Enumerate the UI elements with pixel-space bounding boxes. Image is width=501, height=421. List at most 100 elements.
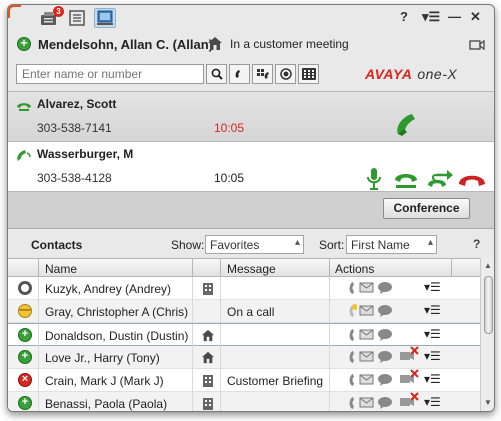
contact-row[interactable]: Kuzyk, Andrey (Andrey) ▾☰ xyxy=(8,277,480,300)
call-handset-icon[interactable] xyxy=(347,350,355,364)
email-icon[interactable] xyxy=(359,304,374,316)
hold-call-icon[interactable] xyxy=(393,169,419,191)
spinner-arrows-icon: ▴ xyxy=(294,237,300,248)
phone-handset-icon xyxy=(235,70,240,78)
row-menu-button[interactable]: ▾☰ xyxy=(424,303,441,317)
close-button[interactable]: ✕ xyxy=(470,9,481,25)
help-button[interactable]: ? xyxy=(400,9,408,24)
instant-message-icon[interactable] xyxy=(377,373,394,387)
avaya-onex-logo: AVAYA one-X xyxy=(365,66,458,82)
dial-button[interactable] xyxy=(229,64,250,84)
conference-button[interactable]: Conference xyxy=(383,198,470,219)
email-icon[interactable] xyxy=(359,350,374,362)
contact-message: On a call xyxy=(227,305,275,319)
row-separator xyxy=(220,300,221,323)
column-header-name[interactable]: Name xyxy=(45,262,77,276)
contacts-help-button[interactable]: ? xyxy=(473,237,480,251)
voicemail-button[interactable] xyxy=(252,64,273,84)
contacts-header: Contacts Show: Favorites ▴ Sort: First N… xyxy=(8,230,494,258)
active-call-panel[interactable]: Wasserburger, M 303-538-4128 10:05 xyxy=(8,141,494,192)
row-separator xyxy=(220,324,221,347)
contact-name: Donaldson, Dustin (Dustin) xyxy=(45,329,189,343)
row-separator xyxy=(220,392,221,411)
row-separator xyxy=(192,277,193,300)
instant-message-icon[interactable] xyxy=(377,328,394,342)
row-menu-button[interactable]: ▾☰ xyxy=(424,327,441,341)
row-separator xyxy=(192,369,193,392)
search-button[interactable] xyxy=(206,64,227,84)
hang-up-icon[interactable] xyxy=(458,172,486,188)
row-separator xyxy=(220,346,221,369)
title-bar: 3 ? ▾☰ — ✕ xyxy=(8,5,494,31)
contact-row[interactable]: + Benassi, Paola (Paola) ▾☰ xyxy=(8,392,480,411)
presence-busy-icon: × xyxy=(18,373,32,387)
contact-row-selected[interactable]: + Donaldson, Dustin (Dustin) ▾☰ xyxy=(8,323,480,347)
contact-message: Customer Briefing xyxy=(227,374,324,388)
instant-message-icon[interactable] xyxy=(377,281,394,295)
call-duration: 10:05 xyxy=(214,121,245,135)
column-header-message[interactable]: Message xyxy=(227,262,276,276)
row-separator xyxy=(329,369,330,392)
instant-message-icon[interactable] xyxy=(377,350,394,364)
search-icon xyxy=(211,68,223,80)
contacts-column-header: Name Message Actions xyxy=(8,258,480,277)
contact-actions: ▾☰ xyxy=(341,327,451,344)
location-status-text[interactable]: In a customer meeting xyxy=(230,37,349,51)
resume-call-icon[interactable] xyxy=(395,113,421,137)
instant-message-icon[interactable] xyxy=(377,396,394,410)
call-handset-icon[interactable] xyxy=(347,396,355,410)
user-presence-icon[interactable]: + xyxy=(17,37,31,51)
keypad-button[interactable] xyxy=(298,64,319,84)
scroll-down-arrow-icon[interactable]: ▼ xyxy=(484,398,492,407)
contact-actions: ▾☰ xyxy=(341,280,451,297)
call-handset-icon[interactable] xyxy=(347,373,355,387)
caller-number: 303-538-7141 xyxy=(37,121,112,135)
phone-view-icon xyxy=(97,10,113,25)
building-icon xyxy=(203,375,213,387)
contact-row[interactable]: × Crain, Mark J (Mark J) Customer Briefi… xyxy=(8,369,480,392)
row-menu-button[interactable]: ▾☰ xyxy=(424,280,441,294)
email-icon[interactable] xyxy=(359,396,374,408)
microphone-icon[interactable] xyxy=(365,167,383,191)
dialpad-handset-icon xyxy=(256,69,269,79)
call-log-button[interactable]: 3 xyxy=(38,6,64,28)
search-input[interactable] xyxy=(16,64,204,84)
email-icon[interactable] xyxy=(359,373,374,385)
held-call-panel[interactable]: Alvarez, Scott 303-538-7141 10:05 xyxy=(8,91,494,142)
minimize-button[interactable]: — xyxy=(448,9,461,24)
menu-button[interactable]: ▾☰ xyxy=(422,9,440,25)
user-name[interactable]: Mendelsohn, Allan C. (Allan) xyxy=(38,37,213,52)
sort-select[interactable]: First Name ▴ xyxy=(346,235,437,254)
row-menu-button[interactable]: ▾☰ xyxy=(424,395,441,409)
email-icon[interactable] xyxy=(359,328,374,340)
transfer-call-icon[interactable] xyxy=(426,167,454,191)
location-house-icon[interactable] xyxy=(208,37,222,50)
row-menu-button[interactable]: ▾☰ xyxy=(424,349,441,363)
contact-row[interactable]: — Gray, Christopher A (Chris) On a call … xyxy=(8,300,480,323)
building-icon xyxy=(203,398,213,410)
dialpad-view-button[interactable] xyxy=(94,8,116,28)
contacts-scrollbar[interactable]: ▲ ▼ xyxy=(480,258,494,411)
on-call-handset-icon[interactable] xyxy=(347,304,357,318)
video-unavailable-icon xyxy=(400,369,419,383)
scroll-up-arrow-icon[interactable]: ▲ xyxy=(484,261,492,270)
column-separator xyxy=(220,259,221,277)
video-camera-icon[interactable] xyxy=(469,39,485,51)
row-separator xyxy=(329,392,330,411)
contact-row[interactable]: + Love Jr., Harry (Tony) ▾☰ xyxy=(8,346,480,369)
row-separator xyxy=(329,300,330,323)
row-menu-button[interactable]: ▾☰ xyxy=(424,372,441,386)
call-handset-icon[interactable] xyxy=(347,328,355,342)
scrollbar-thumb[interactable] xyxy=(484,276,493,334)
sort-value: First Name xyxy=(351,238,410,252)
instant-message-icon[interactable] xyxy=(377,304,394,318)
column-header-actions[interactable]: Actions xyxy=(335,262,374,276)
show-filter-select[interactable]: Favorites ▴ xyxy=(205,235,304,254)
contacts-list-button[interactable] xyxy=(66,8,88,28)
column-separator xyxy=(329,259,330,277)
email-icon[interactable] xyxy=(359,281,374,293)
record-button[interactable] xyxy=(275,64,296,84)
held-call-icon xyxy=(17,103,31,111)
row-separator xyxy=(192,324,193,347)
call-handset-icon[interactable] xyxy=(347,281,355,295)
